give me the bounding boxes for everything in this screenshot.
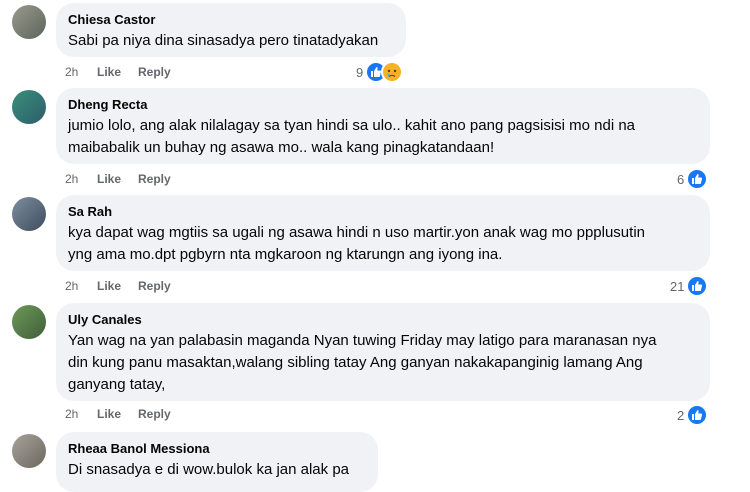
reaction-summary[interactable]: 9 [356,61,404,83]
sad-icon [381,61,404,83]
reaction-summary[interactable]: 21 [670,275,709,297]
reaction-summary[interactable]: 6 [677,168,709,190]
avatar[interactable] [12,197,46,231]
comment-actions: 2h Like Reply [65,278,171,294]
reply-button[interactable]: Reply [138,172,171,186]
comment-bubble: Sa Rah kya dapat wag mgtiis sa ugali ng … [56,195,710,271]
comment-bubble: Dheng Recta jumio lolo, ang alak nilalag… [56,88,710,164]
timestamp[interactable]: 2h [65,65,97,79]
reply-button[interactable]: Reply [138,279,171,293]
comment-author[interactable]: Chiesa Castor [68,11,394,28]
comment-actions: 2h Like Reply [65,171,171,187]
like-button[interactable]: Like [97,279,138,293]
avatar[interactable] [12,434,46,468]
comment-bubble: Rheaa Banol Messiona Di snasadya e di wo… [56,432,378,492]
reaction-count: 2 [677,407,685,423]
comment-actions: 2h Like Reply [65,406,171,422]
like-button[interactable]: Like [97,65,138,79]
timestamp[interactable]: 2h [65,172,97,186]
avatar[interactable] [12,5,46,39]
reaction-count: 21 [670,278,685,294]
comment-text: Di snasadya e di wow.bulok ka jan alak p… [68,461,350,478]
like-icon [686,275,709,297]
timestamp[interactable]: 2h [65,279,97,293]
timestamp[interactable]: 2h [65,407,97,421]
comment-bubble: Uly Canales Yan wag na yan palabasin mag… [56,303,710,401]
comment-author[interactable]: Uly Canales [68,311,698,328]
comment-actions: 2h Like Reply [65,64,171,80]
like-button[interactable]: Like [97,172,138,186]
like-icon [686,168,709,190]
comment-text: Sabi pa niya dina sinasadya pero tinatad… [68,32,379,49]
comment-text: Yan wag na yan palabasin maganda Nyan tu… [68,332,657,393]
like-button[interactable]: Like [97,407,138,421]
like-icon [686,404,709,426]
comment-text: jumio lolo, ang alak nilalagay sa tyan h… [68,117,636,156]
reply-button[interactable]: Reply [138,65,171,79]
comment-author[interactable]: Rheaa Banol Messiona [68,440,366,457]
reply-button[interactable]: Reply [138,407,171,421]
reaction-summary[interactable]: 2 [677,404,709,426]
avatar[interactable] [12,305,46,339]
comment-author[interactable]: Sa Rah [68,203,698,220]
comment-text: kya dapat wag mgtiis sa ugali ng asawa h… [68,224,645,263]
reaction-count: 9 [356,64,364,80]
reaction-count: 6 [677,171,685,187]
avatar[interactable] [12,90,46,124]
comment-bubble: Chiesa Castor Sabi pa niya dina sinasady… [56,3,406,57]
comment-author[interactable]: Dheng Recta [68,96,698,113]
